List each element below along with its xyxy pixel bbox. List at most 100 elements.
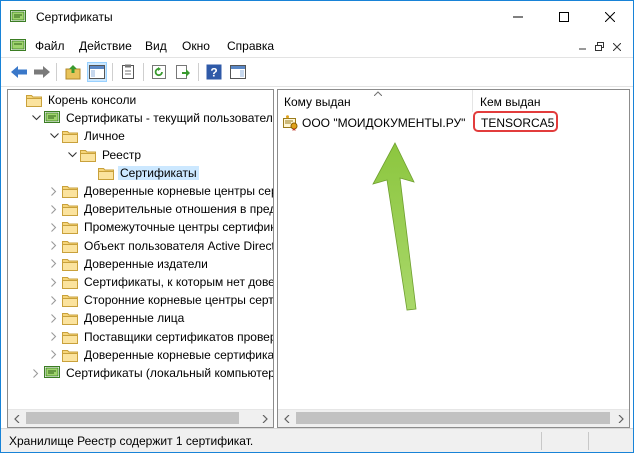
column-header-issued-to[interactable]: Кому выдан bbox=[278, 90, 473, 112]
tree-node[interactable]: Реестр bbox=[66, 146, 143, 164]
folder-icon bbox=[62, 257, 82, 271]
menu-action[interactable]: Действие bbox=[79, 39, 132, 53]
tree-node[interactable]: Объект пользователя Active Director bbox=[48, 237, 274, 255]
chevron-right-icon[interactable] bbox=[48, 309, 60, 327]
mdi-minimize-button[interactable] bbox=[574, 38, 591, 55]
certificate-row[interactable]: ООО "МОИДОКУМЕНТЫ.РУ" TENSORCA5 bbox=[278, 113, 629, 133]
tree-node[interactable]: Сертификаты bbox=[84, 164, 199, 182]
refresh-button[interactable] bbox=[149, 62, 169, 82]
back-arrow-icon bbox=[11, 66, 27, 78]
tree-node-label: Сертификаты (локальный компьютер) bbox=[66, 366, 274, 380]
tree-node-label: Промежуточные центры сертифика bbox=[84, 220, 274, 235]
menu-view[interactable]: Вид bbox=[145, 39, 167, 53]
tree-node[interactable]: Сертификаты (локальный компьютер) bbox=[30, 364, 274, 382]
minimize-icon bbox=[578, 48, 586, 49]
scroll-left-button[interactable] bbox=[8, 410, 25, 427]
tree-node-label: Объект пользователя Active Director bbox=[84, 238, 274, 253]
tree-node[interactable]: Личное bbox=[48, 127, 127, 145]
tree-node-label: Сертификаты bbox=[118, 165, 199, 180]
chevron-right-icon bbox=[618, 414, 624, 423]
maximize-button[interactable] bbox=[541, 1, 587, 33]
toolbar: ? bbox=[1, 57, 633, 87]
scroll-thumb[interactable] bbox=[296, 412, 610, 424]
folder-icon bbox=[62, 220, 82, 235]
chevron-right-icon[interactable] bbox=[48, 328, 60, 346]
tree-node-label: Сторонние корневые центры сертис bbox=[84, 293, 274, 308]
chevron-right-icon[interactable] bbox=[48, 346, 60, 364]
scroll-right-button[interactable] bbox=[612, 410, 629, 427]
certificate-list-pane[interactable]: Кому выдан Кем выдан ООО "МОИДОКУМЕНТЫ.Р… bbox=[277, 89, 630, 428]
list-horizontal-scrollbar[interactable] bbox=[278, 409, 629, 427]
scroll-left-button[interactable] bbox=[278, 410, 295, 427]
tree-node-label: Сертификаты, к которым нет довери bbox=[84, 275, 274, 289]
highlight-box bbox=[473, 111, 558, 132]
menu-file[interactable]: Файл bbox=[35, 39, 65, 53]
tree-node[interactable]: Поставщики сертификатов проверк bbox=[48, 328, 274, 346]
window-title: Сертификаты bbox=[36, 10, 113, 24]
folder-icon bbox=[26, 93, 46, 107]
menu-window[interactable]: Окно bbox=[182, 39, 210, 53]
properties-button[interactable] bbox=[118, 62, 138, 82]
help-button[interactable]: ? bbox=[204, 62, 224, 82]
chevron-down-icon[interactable] bbox=[66, 146, 78, 164]
column-label: Кому выдан bbox=[284, 95, 351, 109]
scroll-thumb[interactable] bbox=[26, 412, 239, 424]
chevron-right-icon[interactable] bbox=[30, 364, 42, 382]
mmc-window: Сертификаты Файл Действие Вид Окно Справ… bbox=[0, 0, 634, 453]
title-bar[interactable]: Сертификаты bbox=[1, 1, 633, 33]
tree-node[interactable]: Доверенные корневые центры серти bbox=[48, 182, 273, 200]
system-menu-icon[interactable] bbox=[10, 39, 26, 53]
up-folder-icon bbox=[65, 65, 81, 80]
chevron-right-icon[interactable] bbox=[48, 200, 60, 218]
action-pane-button[interactable] bbox=[228, 62, 248, 82]
chevron-down-icon[interactable] bbox=[30, 109, 42, 127]
chevron-right-icon[interactable] bbox=[48, 273, 60, 291]
chevron-down-icon[interactable] bbox=[48, 127, 60, 145]
tree-node-label: Доверенные корневые сертификаты bbox=[84, 347, 274, 362]
tree-node[interactable]: Доверенные издатели bbox=[48, 255, 210, 273]
show-hide-tree-button[interactable] bbox=[87, 62, 107, 82]
back-button[interactable] bbox=[9, 62, 29, 82]
scroll-right-button[interactable] bbox=[256, 410, 273, 427]
mdi-close-button[interactable] bbox=[608, 38, 625, 55]
console-tree-pane[interactable]: Корень консоли Сертификаты - текущий поль… bbox=[7, 89, 274, 428]
folder-icon bbox=[62, 311, 82, 326]
forward-button[interactable] bbox=[32, 62, 52, 82]
folder-icon bbox=[98, 166, 118, 180]
up-level-button[interactable] bbox=[63, 62, 83, 82]
tree-horizontal-scrollbar[interactable] bbox=[8, 409, 273, 427]
export-list-icon bbox=[176, 65, 190, 79]
refresh-icon bbox=[152, 65, 166, 79]
sort-ascending-icon bbox=[374, 91, 382, 96]
chevron-right-icon[interactable] bbox=[48, 291, 60, 309]
folder-icon bbox=[62, 330, 82, 344]
tree-node[interactable]: Сторонние корневые центры сертис bbox=[48, 291, 274, 309]
chevron-right-icon[interactable] bbox=[48, 182, 60, 200]
tree-node-label: Корень консоли bbox=[48, 93, 137, 107]
tree-node[interactable]: Корень консоли bbox=[12, 91, 138, 109]
tree-node[interactable]: Доверительные отношения в предп bbox=[48, 200, 273, 218]
export-list-button[interactable] bbox=[173, 62, 193, 82]
tree-node[interactable]: Сертификаты - текущий пользователь bbox=[30, 109, 273, 127]
chevron-right-icon bbox=[262, 414, 268, 423]
tree-node[interactable]: Сертификаты, к которым нет довери bbox=[48, 273, 274, 291]
cert-store-icon bbox=[44, 366, 64, 380]
tree-node[interactable]: Доверенные корневые сертификаты bbox=[48, 346, 274, 364]
tree-node-label: Поставщики сертификатов проверк bbox=[84, 329, 274, 344]
menu-help[interactable]: Справка bbox=[227, 39, 274, 53]
certificate-app-icon bbox=[10, 10, 26, 22]
list-header: Кому выдан Кем выдан bbox=[278, 90, 629, 112]
minimize-button[interactable] bbox=[495, 1, 541, 33]
chevron-right-icon[interactable] bbox=[48, 255, 60, 273]
cell-issued-to: ООО "МОИДОКУМЕНТЫ.РУ" bbox=[283, 113, 465, 133]
chevron-right-icon[interactable] bbox=[48, 237, 60, 255]
chevron-right-icon[interactable] bbox=[48, 218, 60, 236]
mdi-restore-button[interactable] bbox=[591, 38, 608, 55]
cert-store-icon bbox=[44, 111, 64, 125]
close-button[interactable] bbox=[587, 1, 633, 33]
tree-node-label: Реестр bbox=[102, 147, 141, 162]
column-header-issued-by[interactable]: Кем выдан bbox=[474, 90, 629, 112]
certificate-icon bbox=[283, 115, 298, 131]
tree-node[interactable]: Доверенные лица bbox=[48, 309, 186, 327]
tree-node[interactable]: Промежуточные центры сертифика bbox=[48, 218, 274, 236]
